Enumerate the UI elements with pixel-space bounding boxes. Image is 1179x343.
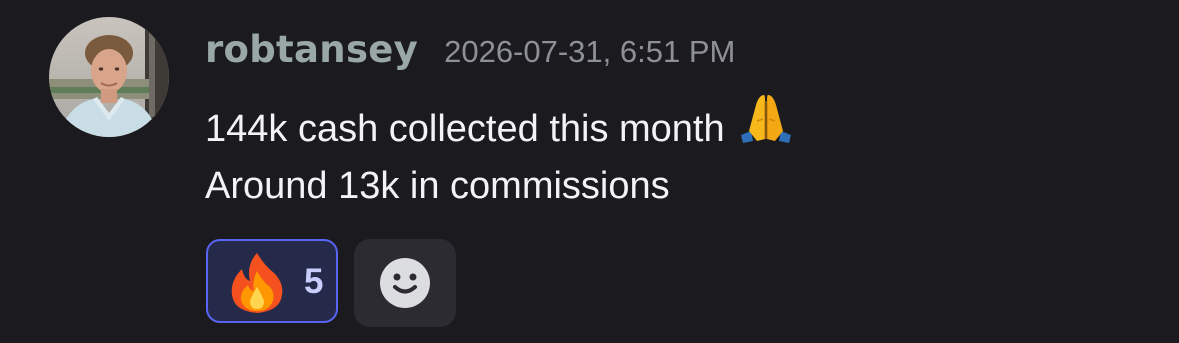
reaction-fire[interactable]: 5	[206, 239, 338, 323]
message-text: 144k cash collected this month	[205, 108, 725, 150]
username[interactable]: robtansey	[205, 28, 418, 71]
reaction-count: 5	[304, 262, 324, 301]
avatar-photo	[49, 17, 169, 137]
folded-hands-icon	[735, 91, 797, 159]
avatar[interactable]	[49, 17, 169, 137]
message-line: 144k cash collected this month	[205, 91, 797, 159]
chat-message: robtansey 2026-07-31, 6:51 PM 144k cash …	[0, 0, 1179, 343]
add-reaction-button[interactable]	[354, 239, 456, 327]
message-header: robtansey 2026-07-31, 6:51 PM	[205, 28, 735, 78]
message-text: Around 13k in commissions	[205, 165, 670, 207]
fire-icon	[228, 251, 286, 319]
smiley-icon	[380, 258, 430, 308]
timestamp: 2026-07-31, 6:51 PM	[444, 34, 736, 69]
message-line: Around 13k in commissions	[205, 165, 670, 208]
